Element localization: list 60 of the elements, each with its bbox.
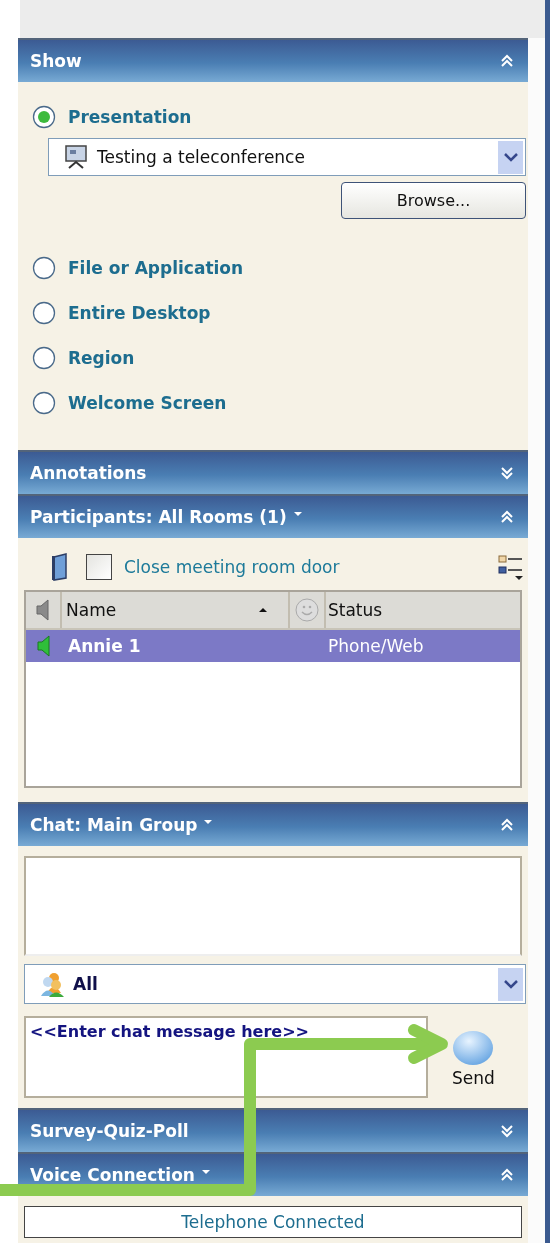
door-icon [50, 553, 70, 581]
speaker-icon [35, 599, 51, 621]
section-header[interactable]: Participants: All Rooms (1) [18, 494, 528, 538]
smiley-icon [295, 598, 319, 622]
collapse-icon[interactable] [500, 1167, 514, 1183]
speaker-icon [36, 635, 52, 657]
select-value: Testing a teleconference [97, 147, 306, 167]
radio-label[interactable]: File or Application [68, 257, 244, 278]
presentation-select[interactable]: Testing a teleconference [48, 138, 526, 176]
expand-icon[interactable] [500, 465, 514, 481]
presentation-icon [63, 144, 89, 170]
radio-button[interactable] [32, 255, 56, 280]
collapse-icon[interactable] [500, 509, 514, 525]
section-title: Voice Connection [30, 1165, 195, 1185]
column-title: Status [328, 600, 383, 620]
collapse-icon[interactable] [500, 53, 514, 69]
dropdown-button[interactable] [498, 140, 523, 174]
section-header[interactable]: Show [18, 38, 528, 82]
section-header[interactable]: Survey-Quiz-Poll [18, 1108, 528, 1152]
checkbox-label[interactable]: Close meeting room door [124, 557, 340, 577]
caret-icon[interactable] [200, 1169, 211, 1175]
table-cell-text: Phone/Web [327, 636, 424, 656]
browse-button[interactable]: Browse... [341, 182, 526, 219]
section-title: Survey-Quiz-Poll [30, 1121, 189, 1141]
column-header[interactable]: Name [62, 592, 290, 628]
radio-label[interactable]: Welcome Screen [68, 392, 227, 413]
recipient-select[interactable]: All [24, 964, 526, 1004]
participant-row[interactable]: Annie 1 Phone/Web [26, 630, 520, 662]
status-text: Telephone Connected [24, 1206, 522, 1238]
bubble-icon [452, 1030, 495, 1066]
dropdown-button[interactable] [498, 967, 523, 1001]
section-header[interactable]: Chat: Main Group [18, 802, 528, 846]
radio-button[interactable] [32, 300, 56, 325]
radio-label[interactable]: Region [68, 347, 135, 368]
message-field[interactable]: <<Enter chat message here>> [24, 1016, 428, 1098]
section-title: Show [30, 51, 82, 71]
chevron-down-icon [503, 152, 518, 162]
caret-icon[interactable] [292, 511, 303, 517]
table-cell-text: Annie 1 [67, 636, 142, 656]
sort-ascending-icon [258, 607, 268, 613]
people-icon [39, 971, 65, 997]
column-title: Name [66, 600, 117, 620]
section-header[interactable]: Annotations [18, 450, 528, 494]
send-button[interactable]: Send [452, 1030, 495, 1088]
select-value: All [73, 974, 99, 994]
section-title: Chat: Main Group [30, 815, 198, 835]
caret-icon[interactable] [203, 819, 214, 825]
collapse-icon[interactable] [500, 817, 514, 833]
radio-label[interactable]: Presentation [68, 107, 192, 127]
radio-button[interactable] [32, 105, 56, 129]
checkbox[interactable] [86, 554, 112, 580]
expand-icon[interactable] [500, 1123, 514, 1139]
column-header[interactable]: Status [326, 592, 520, 628]
section-title: Annotations [30, 463, 147, 483]
section-title: Participants: All Rooms (1) [30, 507, 287, 527]
radio-button[interactable] [32, 390, 56, 415]
list-options-icon[interactable] [498, 553, 524, 581]
radio-label[interactable]: Entire Desktop [68, 302, 211, 323]
chevron-down-icon [503, 979, 518, 989]
radio-button[interactable] [32, 345, 56, 370]
